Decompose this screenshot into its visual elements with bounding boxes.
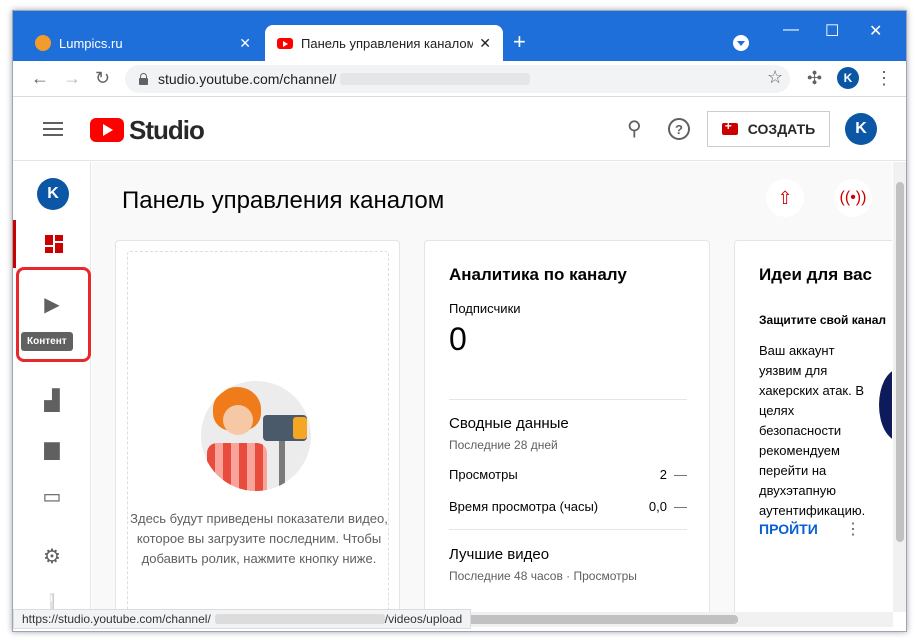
- analytics-title: Аналитика по каналу: [449, 265, 627, 284]
- metric-value: 0,0: [648, 499, 667, 514]
- tab-title: Lumpics.ru: [59, 35, 123, 51]
- top-videos-title: Лучшие видео: [449, 546, 550, 563]
- live-broadcast-icon: ((•)): [839, 189, 867, 206]
- metric-row-watch-time: Время просмотра (часы) 0,0 —: [449, 499, 687, 514]
- metric-delta: —: [674, 499, 687, 514]
- redacted-url: [340, 73, 531, 85]
- url-text: studio.youtube.com/channel/: [158, 71, 337, 87]
- sidebar-item-analytics[interactable]: ▟: [13, 376, 91, 424]
- hamburger-menu-icon[interactable]: [43, 122, 63, 136]
- help-icon[interactable]: ?: [668, 118, 690, 140]
- status-url-start: https://studio.youtube.com/channel/: [22, 612, 211, 626]
- upload-icon: ⇧: [777, 187, 793, 208]
- sidebar-item-settings[interactable]: ⚙: [13, 532, 91, 580]
- metric-delta: —: [674, 467, 687, 482]
- horizontal-scroll-thumb[interactable]: [453, 615, 738, 624]
- address-bar[interactable]: studio.youtube.com/channel/: [125, 65, 790, 93]
- tab-youtube-studio[interactable]: Панель управления каналом - YouTube Stud…: [265, 25, 503, 61]
- subscribers-label: Подписчики: [449, 301, 521, 316]
- videographer-illustration: [201, 381, 311, 491]
- top-videos-period: Последние 48 часов · Просмотры: [449, 569, 637, 583]
- status-url-end: /videos/upload: [384, 612, 463, 626]
- dashboard-icon: [44, 235, 63, 253]
- tab-strip: Lumpics.ru ✕ Панель управления каналом -…: [13, 11, 906, 61]
- metric-value: 2: [659, 467, 667, 482]
- dashboard-main: Панель управления каналом ⇧ ((•)) Здесь …: [92, 162, 892, 612]
- youtube-logo-icon[interactable]: [90, 118, 124, 142]
- empty-video-text: Здесь будут приведены показатели видео, …: [130, 511, 388, 566]
- status-bar: https://studio.youtube.com/channel/ /vid…: [13, 609, 472, 629]
- redacted-channel-id: [214, 614, 385, 624]
- divider: [449, 529, 687, 530]
- subtitles-icon: ▭: [42, 485, 62, 508]
- bookmark-star-icon[interactable]: ☆: [767, 67, 783, 88]
- analytics-icon: ▟: [44, 389, 60, 412]
- tab-close-icon[interactable]: ✕: [239, 35, 251, 52]
- more-options-icon[interactable]: ⋮: [845, 519, 861, 539]
- account-avatar[interactable]: K: [845, 113, 877, 145]
- content-tooltip: Контент: [21, 332, 73, 351]
- browser-profile-avatar[interactable]: K: [837, 67, 859, 89]
- browser-menu-icon[interactable]: ⋮: [875, 68, 893, 89]
- subscribers-count: 0: [449, 321, 467, 357]
- tab-search-icon[interactable]: [733, 35, 749, 51]
- maximize-icon[interactable]: ☐: [825, 21, 839, 41]
- lumpics-favicon-icon: [35, 35, 51, 51]
- new-tab-button[interactable]: +: [513, 29, 526, 55]
- youtube-favicon-icon: [277, 37, 293, 49]
- go-live-button[interactable]: ((•)): [834, 179, 872, 217]
- reload-icon[interactable]: ↻: [95, 68, 110, 89]
- studio-header: Studio ⚲ ? СОЗДАТЬ K: [13, 98, 906, 161]
- sidebar-item-subtitles[interactable]: ▭: [13, 472, 91, 520]
- ideas-subtitle: Защитите свой канал: [759, 313, 886, 327]
- search-icon[interactable]: ⚲: [627, 116, 642, 141]
- back-arrow-icon[interactable]: ←: [31, 68, 49, 89]
- metric-label: Просмотры: [449, 467, 518, 482]
- latest-video-card: Здесь будут приведены показатели видео, …: [115, 240, 400, 612]
- create-label: СОЗДАТЬ: [747, 121, 816, 137]
- tab-lumpics[interactable]: Lumpics.ru ✕: [23, 25, 263, 61]
- metric-label: Время просмотра (часы): [449, 499, 599, 514]
- vertical-scroll-thumb[interactable]: [896, 182, 904, 542]
- video-camera-icon: [721, 119, 738, 135]
- page-title: Панель управления каналом: [122, 187, 445, 214]
- create-button[interactable]: СОЗДАТЬ: [707, 111, 830, 147]
- minimize-icon[interactable]: —: [783, 21, 799, 39]
- upload-video-button[interactable]: ⇧: [766, 179, 804, 217]
- extensions-icon[interactable]: ✣: [807, 68, 822, 89]
- sidebar-item-dashboard[interactable]: [13, 220, 91, 268]
- tab-title: Панель управления каналом - YouTube Stud…: [301, 35, 474, 51]
- lock-icon: [139, 72, 148, 85]
- ideas-body: Ваш аккаунт уязвим для хакерских атак. В…: [759, 343, 866, 518]
- sidebar-item-comments[interactable]: ▆: [13, 424, 91, 472]
- tab-close-icon[interactable]: ✕: [479, 35, 491, 52]
- go-button[interactable]: ПРОЙТИ: [759, 521, 818, 537]
- forward-arrow-icon[interactable]: →: [63, 68, 81, 89]
- summary-period: Последние 28 дней: [449, 438, 558, 452]
- settings-icon: ⚙: [43, 545, 61, 568]
- divider: [449, 399, 687, 400]
- comments-icon: ▆: [44, 437, 60, 460]
- browser-toolbar: ← → ↻ studio.youtube.com/channel/ ☆ ✣ K …: [13, 61, 906, 97]
- vertical-scrollbar[interactable]: [893, 162, 906, 612]
- browser-window: Lumpics.ru ✕ Панель управления каналом -…: [12, 10, 907, 632]
- metric-row-views: Просмотры 2 —: [449, 467, 687, 482]
- close-window-icon[interactable]: ✕: [869, 21, 882, 41]
- summary-title: Сводные данные: [449, 415, 569, 432]
- ideas-title: Идеи для вас: [759, 265, 873, 284]
- studio-logo-text[interactable]: Studio: [129, 115, 205, 146]
- channel-analytics-card: Аналитика по каналу Подписчики 0 Сводные…: [424, 240, 710, 612]
- channel-avatar[interactable]: K: [37, 178, 69, 210]
- studio-sidebar: K ▶ ▟ ▆ ▭ ⚙ ❕: [13, 162, 91, 616]
- ideas-card: Идеи для вас Защитите свой канал Ваш акк…: [734, 240, 892, 612]
- security-illustration: [879, 369, 892, 441]
